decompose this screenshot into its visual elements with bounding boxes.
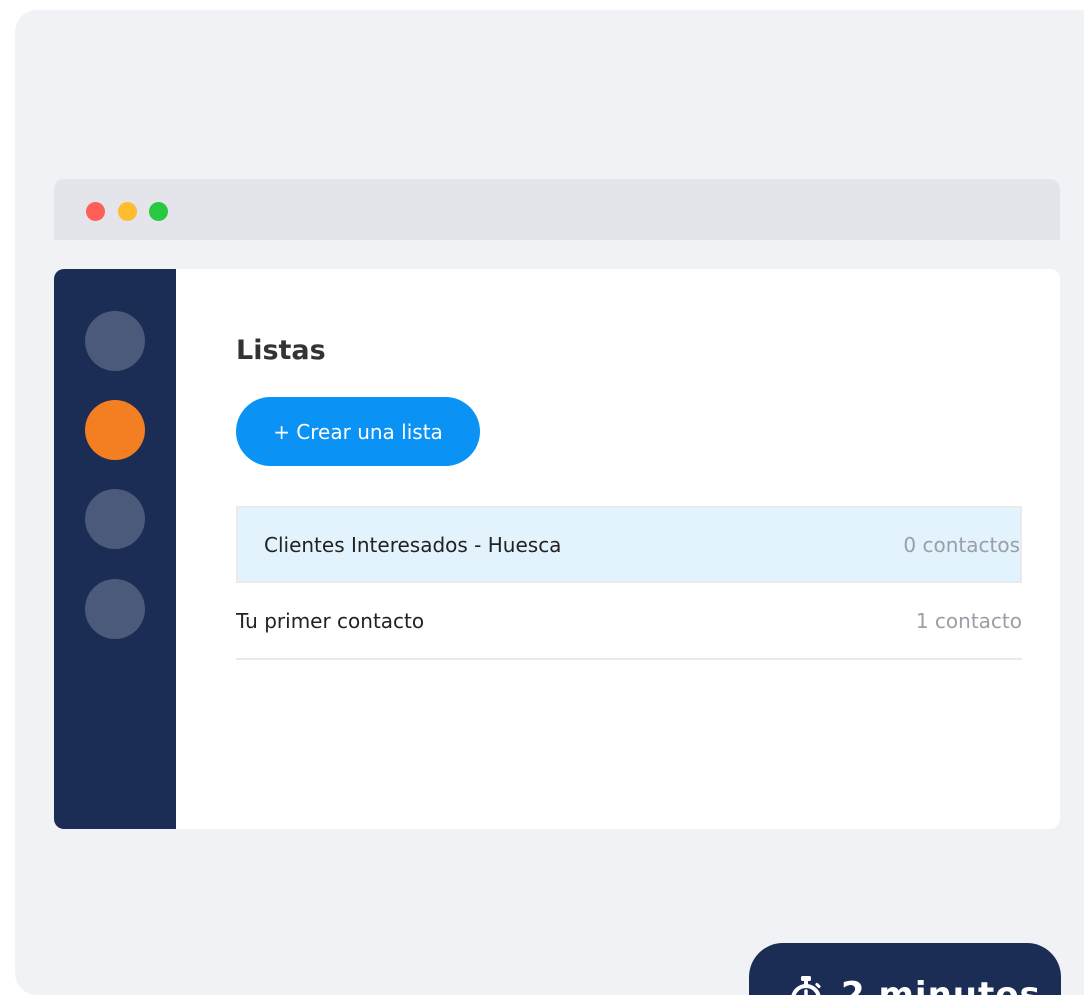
- stopwatch-icon: [791, 976, 821, 995]
- create-list-button[interactable]: + Crear una lista: [236, 397, 480, 466]
- sidebar-item-1[interactable]: [85, 311, 145, 371]
- close-window-dot-icon[interactable]: [86, 202, 105, 221]
- list-item-name: Tu primer contacto: [236, 608, 425, 633]
- maximize-window-dot-icon[interactable]: [149, 202, 168, 221]
- duration-label: 2 minutos: [841, 975, 1041, 995]
- list-item-count: 1 contacto: [915, 608, 1022, 633]
- sidebar-item-2-active[interactable]: [85, 400, 145, 460]
- sidebar: [54, 269, 176, 829]
- app-window: Listas + Crear una lista Clientes Intere…: [54, 269, 1060, 829]
- page-title: Listas: [236, 335, 326, 366]
- duration-badge: 2 minutos: [749, 943, 1061, 995]
- list-item[interactable]: Clientes Interesados - Huesca 0 contacto…: [236, 506, 1022, 583]
- sidebar-item-4[interactable]: [85, 579, 145, 639]
- list-item-count: 0 contactos: [903, 532, 1020, 557]
- main-content: Listas + Crear una lista Clientes Intere…: [236, 269, 1022, 829]
- app-background: Listas + Crear una lista Clientes Intere…: [15, 10, 1084, 995]
- list-item-name: Clientes Interesados - Huesca: [264, 532, 562, 557]
- minimize-window-dot-icon[interactable]: [118, 202, 137, 221]
- sidebar-item-3[interactable]: [85, 489, 145, 549]
- window-titlebar: [54, 179, 1060, 240]
- list-item[interactable]: Tu primer contacto 1 contacto: [236, 583, 1022, 660]
